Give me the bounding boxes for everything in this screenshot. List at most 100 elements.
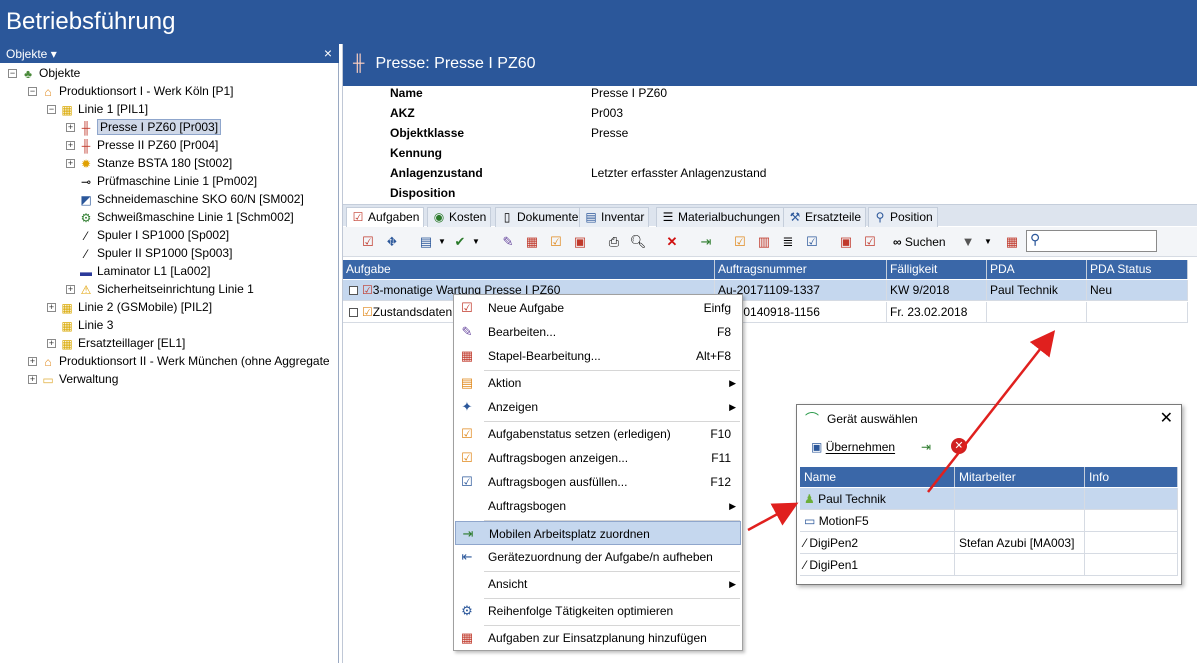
column-pda[interactable]: PDA (987, 260, 1087, 279)
tree-item-spuler-2[interactable]: ⁄ Spuler II SP1000 [Sp003] (78, 244, 232, 262)
status-icon[interactable]: ☑ (547, 233, 565, 251)
expand-icon[interactable]: + (47, 303, 56, 313)
expand-icon[interactable]: + (28, 357, 37, 367)
tab-kosten[interactable]: ◉ Kosten (427, 207, 492, 227)
tree-item-linie-3[interactable]: ▦ Linie 3 (59, 316, 113, 334)
tab-inventar[interactable]: ▤ Inventar (579, 207, 650, 227)
close-icon[interactable]: ✕ (1160, 405, 1173, 433)
tree-item-presse-2[interactable]: + ╫ Presse II PZ60 [Pr004] (66, 136, 218, 154)
task-plan-icon[interactable]: ☑ (861, 233, 879, 251)
menu-item-einsatzplanung[interactable]: ▦ Aufgaben zur Einsatzplanung hinzufügen (455, 626, 741, 650)
print-preview-icon[interactable]: 🔍︎ (629, 233, 647, 251)
collapse-icon[interactable]: − (28, 87, 37, 97)
tree-item-stanze[interactable]: + ✹ Stanze BSTA 180 [St002] (66, 154, 232, 172)
print-icon[interactable]: ⎙ (605, 233, 623, 251)
device-row-digipen2[interactable]: ⁄ DigiPen2 Stefan Azubi [MA003] (800, 532, 1178, 554)
tab-materialbuchungen[interactable]: ☰ Materialbuchungen (656, 207, 786, 227)
search-button[interactable]: ∞ Suchen (893, 233, 946, 251)
expand-icon[interactable]: + (66, 123, 75, 133)
tree-item-linie-1[interactable]: − ▦ Linie 1 [PIL1] (47, 100, 148, 118)
prop-label-disposition: Disposition (390, 186, 456, 200)
menu-item-ansicht[interactable]: Ansicht ▶ (455, 572, 741, 596)
tree-item-presse-1[interactable]: + ╫ Presse I PZ60 [Pr003] (66, 118, 222, 136)
tab-position[interactable]: ⚲ Position (868, 207, 938, 227)
menu-item-mobilen-arbeitsplatz[interactable]: ⇥ Mobilen Arbeitsplatz zuordnen (455, 521, 741, 545)
column-mitarbeiter[interactable]: Mitarbeiter (955, 467, 1085, 487)
menu-item-bearbeiten[interactable]: ✎ Bearbeiten... F8 (455, 320, 741, 344)
task-copy-icon[interactable]: ▣ (837, 233, 855, 251)
menu-item-aktion[interactable]: ▤ Aktion ▶ (455, 371, 741, 395)
menu-item-stapel-bearbeitung[interactable]: ▦ Stapel-Bearbeitung... Alt+F8 (455, 344, 741, 368)
column-name[interactable]: Name (800, 467, 955, 487)
expand-icon[interactable]: + (66, 159, 75, 169)
cancel-icon[interactable]: ✕ (951, 438, 967, 454)
tree-item-spuler-1[interactable]: ⁄ Spuler I SP1000 [Sp002] (78, 226, 229, 244)
row-checkbox[interactable] (349, 308, 358, 318)
chevron-down-icon[interactable]: ▾ (51, 47, 57, 61)
dialog-titlebar[interactable]: ⌒ Gerät auswählen ✕ (797, 405, 1181, 433)
tab-dokumente[interactable]: ▯ Dokumente (495, 207, 584, 227)
tree-item-schneidemaschine[interactable]: ◩ Schneidemaschine SKO 60/N [SM002] (78, 190, 303, 208)
collapse-icon[interactable]: − (8, 69, 17, 79)
expand-icon[interactable]: + (66, 285, 75, 295)
tree-item-produktionsort-2[interactable]: + ⌂ Produktionsort II - Werk München (ohne… (28, 352, 330, 370)
menu-item-geraetezuordnung-aufheben[interactable]: ⇤ Gerätezuordnung der Aufgabe/n aufheben (455, 545, 741, 569)
menu-item-auftragsbogen-anzeigen[interactable]: ☑ Auftragsbogen anzeigen... F11 (455, 446, 741, 470)
detail-title: Presse: Presse I PZ60 (375, 55, 536, 72)
delete-icon[interactable]: ✕ (663, 233, 681, 251)
tree-item-verwaltung[interactable]: + ▭ Verwaltung (28, 370, 118, 388)
task-status-icon[interactable]: ☑ (731, 233, 749, 251)
form-icon[interactable]: ▣ (571, 233, 589, 251)
close-icon[interactable]: × (324, 45, 332, 61)
tab-ersatzteile[interactable]: ⚒ Ersatzteile (783, 207, 867, 227)
expand-icon[interactable]: + (47, 339, 56, 349)
tree-item-laminator[interactable]: ▬ Laminator L1 [La002] (78, 262, 210, 280)
tree-item-schweissmaschine[interactable]: ⚙ Schweißmaschine Linie 1 [Schm002] (78, 208, 294, 226)
search-input[interactable]: ⚲ (1026, 230, 1157, 252)
tree-item-sicherheitseinrichtung[interactable]: + ⚠ Sicherheitseinrichtung Linie 1 (66, 280, 254, 298)
menu-item-reihenfolge[interactable]: ⚙ Reihenfolge Tätigkeiten optimieren (455, 599, 741, 623)
device-row-digipen1[interactable]: ⁄ DigiPen1 (800, 554, 1178, 576)
chevron-down-icon[interactable]: ▼ (433, 233, 451, 251)
apply-button[interactable]: ▣ Übernehmen (811, 440, 895, 454)
tree-item-objekte[interactable]: − ♣ Objekte (8, 64, 80, 82)
menu-item-auftragsbogen[interactable]: Auftragsbogen ▶ (455, 494, 741, 518)
line-icon: ▦ (61, 102, 73, 117)
exit-icon[interactable]: ⇥ (921, 440, 931, 454)
chevron-down-icon[interactable]: ▼ (467, 233, 485, 251)
menu-item-neue-aufgabe[interactable]: ☑ Neue Aufgabe Einfg (455, 296, 741, 320)
filter-icon[interactable]: ▼ (959, 233, 977, 251)
expand-icon[interactable]: + (28, 375, 37, 385)
calendar-icon[interactable]: ▦ (1003, 233, 1021, 251)
edit-icon[interactable]: ✎ (499, 233, 517, 251)
expand-icon[interactable]: + (66, 141, 75, 151)
menu-item-aufgabenstatus[interactable]: ☑ Aufgabenstatus setzen (erledigen) F10 (455, 422, 741, 446)
column-info[interactable]: Info (1085, 467, 1178, 487)
row-checkbox[interactable] (349, 286, 358, 296)
tree-item-ersatzteillager[interactable]: + ▦ Ersatzteillager [EL1] (47, 334, 185, 352)
assign-mobile-icon[interactable]: ⇥ (697, 233, 715, 251)
tab-aufgaben[interactable]: ☑ Aufgaben (346, 207, 425, 227)
task-order-icon[interactable]: ▥ (755, 233, 773, 251)
device-row-motionf5[interactable]: ▭ MotionF5 (800, 510, 1178, 532)
new-task-icon[interactable]: ☑ (359, 233, 377, 251)
road-icon[interactable]: ⛖ (383, 233, 401, 251)
column-aufgabe[interactable]: Aufgabe (343, 260, 715, 279)
tree-item-pruefmaschine[interactable]: ⊸ Prüfmaschine Linie 1 [Pm002] (78, 172, 257, 190)
tree-panel-header[interactable]: Objekte ▾ × (0, 44, 339, 63)
menu-item-auftragsbogen-ausfuellen[interactable]: ☑ Auftragsbogen ausfüllen... F12 (455, 470, 741, 494)
collapse-icon[interactable]: − (47, 105, 56, 115)
column-auftragsnummer[interactable]: Auftragsnummer (715, 260, 887, 279)
batch-edit-icon[interactable]: ▦ (523, 233, 541, 251)
device-row-paul-technik[interactable]: ♟ Paul Technik (800, 488, 1178, 510)
tree-item-linie-2[interactable]: + ▦ Linie 2 (GSMobile) [PIL2] (47, 298, 212, 316)
column-faelligkeit[interactable]: Fälligkeit (887, 260, 987, 279)
menu-item-anzeigen[interactable]: ✦ Anzeigen ▶ (455, 395, 741, 419)
chevron-down-icon[interactable]: ▼ (979, 233, 997, 251)
line-icon: ▦ (61, 318, 73, 333)
pen-icon: ⁄ (804, 536, 807, 550)
task-sort-icon[interactable]: ≣ (779, 233, 797, 251)
task-user-icon[interactable]: ☑ (803, 233, 821, 251)
tree-item-produktionsort-1[interactable]: − ⌂ Produktionsort I - Werk Köln [P1] (28, 82, 234, 100)
column-pda-status[interactable]: PDA Status (1087, 260, 1188, 279)
